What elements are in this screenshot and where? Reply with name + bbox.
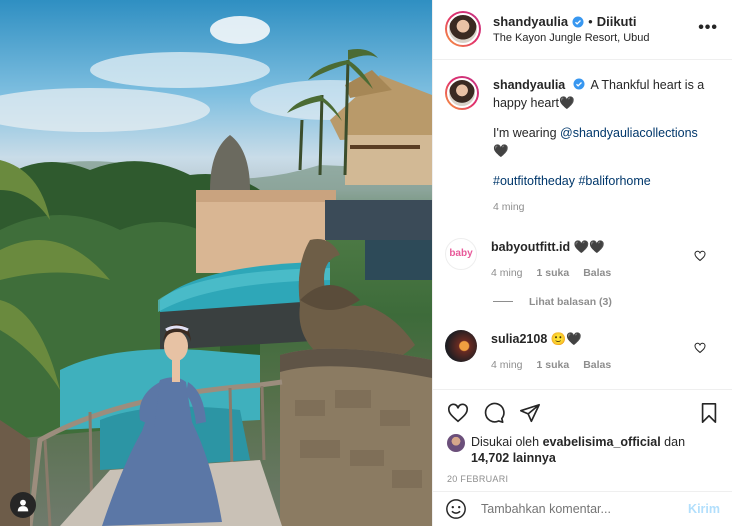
author-username[interactable]: shandyaulia — [493, 14, 568, 29]
comment-text: 🙂🖤 — [550, 331, 582, 346]
caption-hashtags[interactable]: #outfitoftheday #baliforhome — [493, 172, 713, 190]
separator-dot: • — [588, 14, 593, 30]
post-actions-section: Disukai oleh evabelisima_official dan 14… — [433, 388, 732, 491]
comment-likes[interactable]: 1 suka — [537, 356, 570, 374]
tagged-users-button[interactable] — [10, 492, 36, 518]
caption-wearing-suffix: 🖤 — [493, 143, 509, 158]
comment-bubble-icon[interactable] — [483, 402, 505, 424]
commenter-avatar[interactable]: baby — [445, 237, 477, 270]
caption-mention-link[interactable]: @shandyauliacollections — [560, 126, 698, 140]
post-comment-button[interactable]: Kirim — [688, 502, 720, 516]
emoji-smiley-icon[interactable] — [445, 498, 467, 520]
caption-author-avatar[interactable] — [445, 75, 479, 110]
caption-username[interactable]: shandyaulia — [493, 78, 565, 92]
author-avatar[interactable] — [445, 11, 481, 48]
action-bar — [447, 400, 720, 426]
verified-badge-icon — [573, 78, 585, 90]
post-side-panel: shandyaulia • Diikuti The Kayon Jungle R… — [432, 0, 732, 526]
commenter-avatar[interactable] — [445, 329, 477, 362]
post-photo[interactable] — [0, 0, 432, 526]
comments-list: shandyaulia A Thankful heart is a happy … — [433, 60, 732, 389]
instagram-post: shandyaulia • Diikuti The Kayon Jungle R… — [0, 0, 732, 526]
caption-time[interactable]: 4 ming — [493, 198, 525, 216]
resort-scene-illustration — [0, 16, 432, 526]
liker-avatar[interactable] — [447, 433, 465, 452]
comment-item: baby babyoutfitt.id 🖤🖤 4 ming 1 suka Bal… — [445, 237, 720, 282]
likes-count[interactable]: 14,702 lainnya — [471, 451, 556, 465]
comment-username[interactable]: sulia2108 — [491, 332, 547, 346]
comment-input[interactable] — [481, 501, 689, 516]
comment-likes[interactable]: 1 suka — [537, 264, 570, 282]
liker-username[interactable]: evabelisima_official — [543, 435, 661, 449]
share-paper-plane-icon[interactable] — [519, 402, 541, 424]
caption-wearing-prefix: I'm wearing — [493, 125, 560, 140]
post-header: shandyaulia • Diikuti The Kayon Jungle R… — [433, 0, 732, 60]
like-heart-icon[interactable] — [447, 402, 469, 424]
person-icon — [17, 499, 29, 512]
save-bookmark-icon[interactable] — [698, 402, 720, 424]
comment-text: 🖤🖤 — [573, 239, 605, 254]
view-replies-button[interactable]: Lihat balasan (3) — [493, 296, 720, 308]
view-replies-label[interactable]: Lihat balasan (3) — [529, 296, 612, 308]
comment-time[interactable]: 4 ming — [491, 356, 523, 374]
caption: shandyaulia A Thankful heart is a happy … — [445, 75, 720, 216]
comment-time[interactable]: 4 ming — [491, 264, 523, 282]
more-options-icon[interactable]: ••• — [698, 20, 718, 36]
comment-item: sulia2108 🙂🖤 4 ming 1 suka Balas — [445, 329, 720, 374]
likes-summary[interactable]: Disukai oleh evabelisima_official dan 14… — [447, 433, 720, 466]
reply-button[interactable]: Balas — [583, 356, 611, 374]
post-location[interactable]: The Kayon Jungle Resort, Ubud — [493, 32, 650, 44]
reply-button[interactable]: Balas — [583, 264, 611, 282]
verified-badge-icon — [572, 16, 584, 28]
following-status-button[interactable]: Diikuti — [597, 14, 637, 29]
like-comment-heart-icon[interactable] — [694, 342, 706, 354]
like-comment-heart-icon[interactable] — [694, 250, 706, 262]
replies-divider-line — [493, 301, 513, 303]
likes-mid: dan — [660, 434, 686, 449]
likes-prefix: Disukai oleh — [471, 434, 543, 449]
comment-username[interactable]: babyoutfitt.id — [491, 240, 570, 254]
add-comment-bar: Kirim — [433, 490, 732, 526]
post-date[interactable]: 20 FEBRUARI — [447, 474, 720, 484]
